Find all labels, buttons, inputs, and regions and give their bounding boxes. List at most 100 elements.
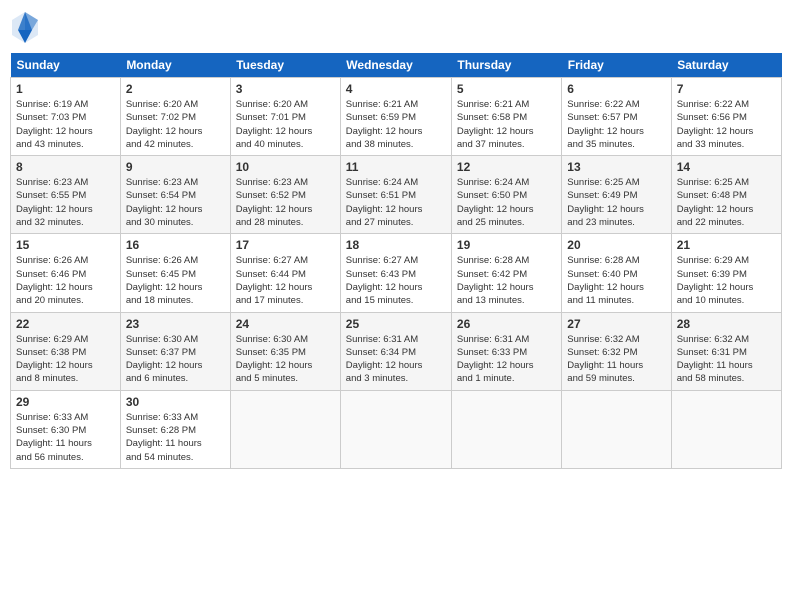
day-info: Sunrise: 6:21 AMSunset: 6:59 PMDaylight:… xyxy=(346,98,446,151)
day-info: Sunrise: 6:27 AMSunset: 6:44 PMDaylight:… xyxy=(236,254,335,307)
day-info: Sunrise: 6:22 AMSunset: 6:57 PMDaylight:… xyxy=(567,98,665,151)
day-number: 28 xyxy=(677,317,776,331)
day-cell: 14 Sunrise: 6:25 AMSunset: 6:48 PMDayligh… xyxy=(671,156,781,234)
week-row-2: 8Sunrise: 6:23 AMSunset: 6:55 PMDaylight… xyxy=(11,156,782,234)
day-cell: 13 Sunrise: 6:25 AMSunset: 6:49 PMDayligh… xyxy=(562,156,671,234)
day-number: 14 xyxy=(677,160,776,174)
day-info: Sunrise: 6:19 AMSunset: 7:03 PMDaylight:… xyxy=(16,98,115,151)
day-cell: 16 Sunrise: 6:26 AMSunset: 6:45 PMDayligh… xyxy=(120,234,230,312)
day-info: Sunrise: 6:27 AMSunset: 6:43 PMDaylight:… xyxy=(346,254,446,307)
day-info: Sunrise: 6:33 AMSunset: 6:30 PMDaylight:… xyxy=(16,411,115,464)
day-number: 7 xyxy=(677,82,776,96)
day-info: Sunrise: 6:20 AMSunset: 7:01 PMDaylight:… xyxy=(236,98,335,151)
day-cell: 6 Sunrise: 6:22 AMSunset: 6:57 PMDaylight… xyxy=(562,78,671,156)
day-info: Sunrise: 6:26 AMSunset: 6:45 PMDaylight:… xyxy=(126,254,225,307)
logo-icon xyxy=(10,10,40,45)
header-day-thursday: Thursday xyxy=(451,53,561,78)
day-number: 12 xyxy=(457,160,556,174)
day-cell: 27 Sunrise: 6:32 AMSunset: 6:32 PMDayligh… xyxy=(562,312,671,390)
header-day-monday: Monday xyxy=(120,53,230,78)
day-info: Sunrise: 6:24 AMSunset: 6:51 PMDaylight:… xyxy=(346,176,446,229)
day-info: Sunrise: 6:21 AMSunset: 6:58 PMDaylight:… xyxy=(457,98,556,151)
day-number: 2 xyxy=(126,82,225,96)
day-cell: 11 Sunrise: 6:24 AMSunset: 6:51 PMDayligh… xyxy=(340,156,451,234)
day-number: 23 xyxy=(126,317,225,331)
day-number: 29 xyxy=(16,395,115,409)
day-number: 21 xyxy=(677,238,776,252)
header-day-friday: Friday xyxy=(562,53,671,78)
day-cell: 5 Sunrise: 6:21 AMSunset: 6:58 PMDaylight… xyxy=(451,78,561,156)
day-cell: 1 Sunrise: 6:19 AMSunset: 7:03 PMDaylight… xyxy=(11,78,121,156)
day-number: 27 xyxy=(567,317,665,331)
week-row-4: 22 Sunrise: 6:29 AMSunset: 6:38 PMDayligh… xyxy=(11,312,782,390)
day-cell: 20 Sunrise: 6:28 AMSunset: 6:40 PMDayligh… xyxy=(562,234,671,312)
day-number: 26 xyxy=(457,317,556,331)
calendar-header: SundayMondayTuesdayWednesdayThursdayFrid… xyxy=(11,53,782,78)
day-info: Sunrise: 6:25 AMSunset: 6:48 PMDaylight:… xyxy=(677,176,776,229)
day-cell: 21Sunrise: 6:29 AMSunset: 6:39 PMDayligh… xyxy=(671,234,781,312)
day-number: 11 xyxy=(346,160,446,174)
week-row-1: 1 Sunrise: 6:19 AMSunset: 7:03 PMDaylight… xyxy=(11,78,782,156)
day-cell: 19Sunrise: 6:28 AMSunset: 6:42 PMDayligh… xyxy=(451,234,561,312)
day-number: 22 xyxy=(16,317,115,331)
header-day-saturday: Saturday xyxy=(671,53,781,78)
calendar-table: SundayMondayTuesdayWednesdayThursdayFrid… xyxy=(10,53,782,469)
day-info: Sunrise: 6:28 AMSunset: 6:40 PMDaylight:… xyxy=(567,254,665,307)
page-header xyxy=(10,10,782,45)
day-number: 5 xyxy=(457,82,556,96)
day-info: Sunrise: 6:20 AMSunset: 7:02 PMDaylight:… xyxy=(126,98,225,151)
day-info: Sunrise: 6:30 AMSunset: 6:35 PMDaylight:… xyxy=(236,333,335,386)
day-cell xyxy=(230,390,340,468)
day-cell: 4Sunrise: 6:21 AMSunset: 6:59 PMDaylight… xyxy=(340,78,451,156)
day-number: 10 xyxy=(236,160,335,174)
day-cell: 17Sunrise: 6:27 AMSunset: 6:44 PMDayligh… xyxy=(230,234,340,312)
day-number: 13 xyxy=(567,160,665,174)
week-row-5: 29 Sunrise: 6:33 AMSunset: 6:30 PMDayligh… xyxy=(11,390,782,468)
day-info: Sunrise: 6:22 AMSunset: 6:56 PMDaylight:… xyxy=(677,98,776,151)
header-row: SundayMondayTuesdayWednesdayThursdayFrid… xyxy=(11,53,782,78)
day-cell xyxy=(451,390,561,468)
calendar-body: 1 Sunrise: 6:19 AMSunset: 7:03 PMDaylight… xyxy=(11,78,782,469)
day-info: Sunrise: 6:31 AMSunset: 6:33 PMDaylight:… xyxy=(457,333,556,386)
day-cell: 9 Sunrise: 6:23 AMSunset: 6:54 PMDaylight… xyxy=(120,156,230,234)
day-cell: 15 Sunrise: 6:26 AMSunset: 6:46 PMDayligh… xyxy=(11,234,121,312)
day-cell: 22 Sunrise: 6:29 AMSunset: 6:38 PMDayligh… xyxy=(11,312,121,390)
day-cell: 23Sunrise: 6:30 AMSunset: 6:37 PMDayligh… xyxy=(120,312,230,390)
day-cell: 12 Sunrise: 6:24 AMSunset: 6:50 PMDayligh… xyxy=(451,156,561,234)
day-number: 25 xyxy=(346,317,446,331)
day-cell: 2 Sunrise: 6:20 AMSunset: 7:02 PMDaylight… xyxy=(120,78,230,156)
day-info: Sunrise: 6:23 AMSunset: 6:54 PMDaylight:… xyxy=(126,176,225,229)
day-cell xyxy=(340,390,451,468)
day-number: 9 xyxy=(126,160,225,174)
day-cell: 10 Sunrise: 6:23 AMSunset: 6:52 PMDayligh… xyxy=(230,156,340,234)
logo xyxy=(10,10,42,45)
day-number: 20 xyxy=(567,238,665,252)
day-cell: 7 Sunrise: 6:22 AMSunset: 6:56 PMDaylight… xyxy=(671,78,781,156)
day-info: Sunrise: 6:32 AMSunset: 6:32 PMDaylight:… xyxy=(567,333,665,386)
day-cell: 29 Sunrise: 6:33 AMSunset: 6:30 PMDayligh… xyxy=(11,390,121,468)
day-number: 1 xyxy=(16,82,115,96)
day-info: Sunrise: 6:25 AMSunset: 6:49 PMDaylight:… xyxy=(567,176,665,229)
day-info: Sunrise: 6:23 AMSunset: 6:52 PMDaylight:… xyxy=(236,176,335,229)
day-cell xyxy=(671,390,781,468)
day-cell: 28 Sunrise: 6:32 AMSunset: 6:31 PMDayligh… xyxy=(671,312,781,390)
day-number: 3 xyxy=(236,82,335,96)
day-info: Sunrise: 6:32 AMSunset: 6:31 PMDaylight:… xyxy=(677,333,776,386)
day-info: Sunrise: 6:26 AMSunset: 6:46 PMDaylight:… xyxy=(16,254,115,307)
day-info: Sunrise: 6:28 AMSunset: 6:42 PMDaylight:… xyxy=(457,254,556,307)
day-info: Sunrise: 6:33 AMSunset: 6:28 PMDaylight:… xyxy=(126,411,225,464)
week-row-3: 15 Sunrise: 6:26 AMSunset: 6:46 PMDayligh… xyxy=(11,234,782,312)
day-number: 15 xyxy=(16,238,115,252)
day-number: 6 xyxy=(567,82,665,96)
day-cell: 3 Sunrise: 6:20 AMSunset: 7:01 PMDaylight… xyxy=(230,78,340,156)
day-number: 24 xyxy=(236,317,335,331)
day-cell: 25Sunrise: 6:31 AMSunset: 6:34 PMDayligh… xyxy=(340,312,451,390)
day-number: 16 xyxy=(126,238,225,252)
header-day-sunday: Sunday xyxy=(11,53,121,78)
header-day-tuesday: Tuesday xyxy=(230,53,340,78)
day-info: Sunrise: 6:29 AMSunset: 6:38 PMDaylight:… xyxy=(16,333,115,386)
day-cell: 26 Sunrise: 6:31 AMSunset: 6:33 PMDayligh… xyxy=(451,312,561,390)
header-day-wednesday: Wednesday xyxy=(340,53,451,78)
day-info: Sunrise: 6:24 AMSunset: 6:50 PMDaylight:… xyxy=(457,176,556,229)
day-cell xyxy=(562,390,671,468)
